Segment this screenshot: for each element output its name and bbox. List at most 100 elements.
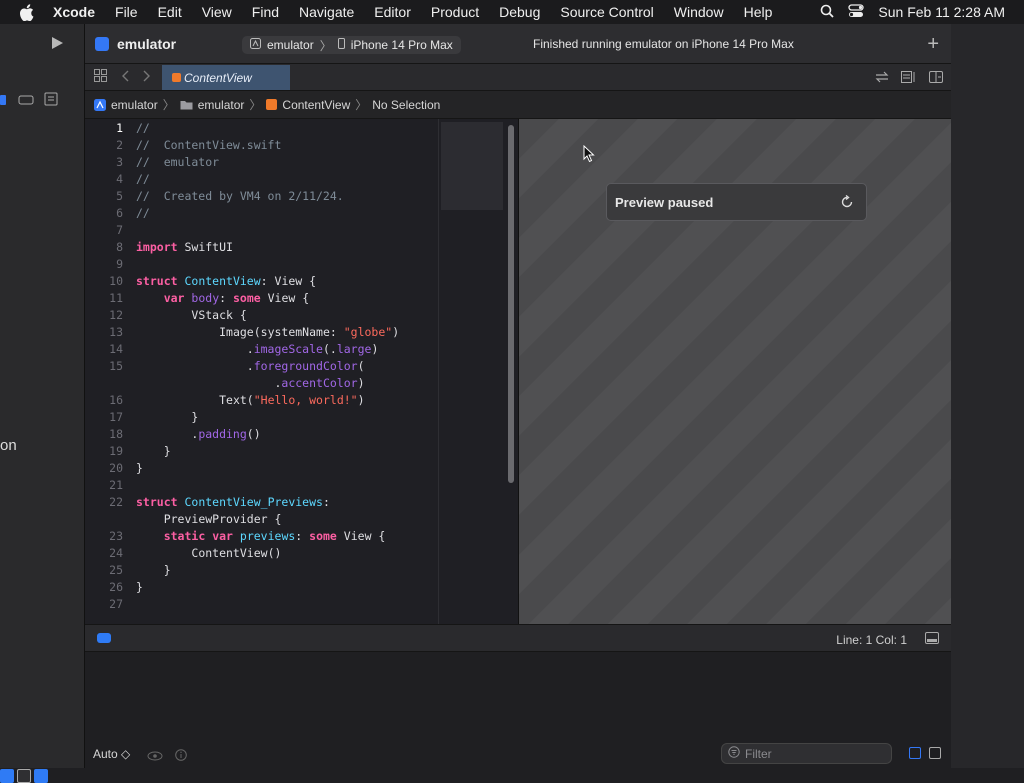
menu-window[interactable]: Window [674,4,724,20]
variables-view-selector[interactable]: Auto ◇ [93,747,130,761]
debug-area-toggle-icon[interactable] [97,633,111,643]
show-console-view-icon[interactable] [929,747,941,759]
breadcrumb-project[interactable]: emulator [94,98,158,112]
line-number: 18 [109,427,123,441]
back-chevron-icon[interactable] [121,69,129,85]
code-line[interactable]: 14 .imageScale(.large) [85,341,438,358]
code-line[interactable]: 10 struct ContentView: View { [85,273,438,290]
code-text: } [136,563,171,577]
console-area[interactable]: Auto ◇ Filter [85,652,951,768]
menu-product[interactable]: Product [431,4,479,20]
menu-debug[interactable]: Debug [499,4,540,20]
mouse-pointer-icon [583,144,595,168]
add-editor-split-icon[interactable] [929,70,943,88]
code-line[interactable]: PreviewProvider { [85,511,438,528]
menu-navigate[interactable]: Navigate [299,4,354,20]
spotlight-search-icon[interactable] [820,4,835,21]
truncated-label: on [0,437,17,454]
code-line[interactable]: 27 [85,596,438,613]
source-editor[interactable]: 1//2 // ContentView.swift 3// emulator 4//5… [85,119,438,624]
navigator-filter-tools [0,769,48,783]
code-line[interactable]: 16 Text("Hello, world!") [85,392,438,409]
minimap[interactable] [438,119,504,624]
scheme-app-icon [250,38,261,52]
code-line[interactable]: 17 } [85,409,438,426]
eye-icon[interactable] [147,748,163,766]
code-line[interactable]: 9 [85,256,438,273]
code-line[interactable]: 12 VStack { [85,307,438,324]
menu-editor[interactable]: Editor [374,4,411,20]
menu-view[interactable]: View [202,4,232,20]
line-number: 4 [116,172,123,186]
minimap-viewport[interactable] [441,122,503,210]
swap-icon[interactable] [875,70,889,88]
scheme-selector[interactable]: emulator 〉 iPhone 14 Pro Max [242,36,461,54]
filter-source-control-icon[interactable] [17,769,31,783]
code-line[interactable]: 24 ContentView() [85,545,438,562]
project-title[interactable]: emulator [95,36,176,52]
breadcrumb-folder[interactable]: emulator [180,98,244,112]
code-line[interactable]: .accentColor) [85,375,438,392]
editor-options-icon[interactable] [901,70,917,88]
breadcrumb-file[interactable]: ContentView [266,98,350,112]
code-line[interactable]: 4 // [85,171,438,188]
chevron-right-icon: 〉 [162,98,175,112]
code-line[interactable]: 7 [85,222,438,239]
run-button[interactable] [50,36,64,55]
add-library-icon[interactable]: + [927,33,939,56]
console-filter-field[interactable]: Filter [721,743,892,764]
forward-chevron-icon[interactable] [143,69,151,85]
code-line[interactable]: 20} [85,460,438,477]
menu-find[interactable]: Find [252,4,279,20]
line-number: 7 [116,223,123,237]
code-line[interactable]: 11 var body: some View { [85,290,438,307]
code-text: // ContentView.swift [136,138,282,152]
menu-edit[interactable]: Edit [158,4,182,20]
code-line[interactable]: 22 struct ContentView_Previews: [85,494,438,511]
menu-file[interactable]: File [115,4,138,20]
filter-scope-icon[interactable] [34,769,48,783]
code-line[interactable]: 25 } [85,562,438,579]
menubar-clock[interactable]: Sun Feb 11 2:28 AM [878,4,1005,20]
code-line[interactable]: 21 [85,477,438,494]
scrollbar-thumb[interactable] [508,125,514,483]
show-variables-view-icon[interactable] [909,747,921,759]
line-number: 20 [109,461,123,475]
refresh-icon[interactable] [840,194,854,212]
related-items-icon[interactable] [94,69,107,85]
code-line[interactable]: 3 // emulator [85,154,438,171]
code-line[interactable]: 23 static var previews: some View { [85,528,438,545]
code-text: PreviewProvider { [163,512,282,526]
line-number: 2 [116,138,123,152]
info-icon[interactable] [175,748,187,766]
code-line[interactable]: 18 .padding() [85,426,438,443]
apple-logo-icon[interactable] [19,3,37,21]
hide-debug-area-icon[interactable] [925,632,939,647]
jump-bar: emulator 〉 emulator 〉 ContentView 〉 No S… [85,91,951,119]
navigator-panel: on [0,24,85,783]
navigator-tab-icon[interactable] [0,93,8,111]
code-text: struct ContentView_Previews: [136,495,330,509]
code-text: } [136,410,199,424]
code-line[interactable]: 26} [85,579,438,596]
filter-recent-icon[interactable] [0,769,14,783]
code-line[interactable]: 8 import SwiftUI [85,239,438,256]
code-line[interactable]: 2 // ContentView.swift [85,137,438,154]
tab-contentview[interactable]: ContentView [162,65,290,90]
symbol-navigator-icon[interactable] [18,93,34,111]
code-line[interactable]: 13 Image(systemName: "globe") [85,324,438,341]
find-navigator-icon[interactable] [44,92,58,111]
menu-help[interactable]: Help [744,4,773,20]
line-number: 5 [116,189,123,203]
code-line[interactable]: 6 // [85,205,438,222]
breadcrumb-selection[interactable]: No Selection [372,98,440,112]
code-line[interactable]: 1 // [85,120,438,137]
control-center-icon[interactable] [848,3,865,21]
code-line[interactable]: 19 } [85,443,438,460]
code-line[interactable]: 15 .foregroundColor( [85,358,438,375]
editor-scrollbar[interactable] [504,119,518,624]
menu-app[interactable]: Xcode [53,4,95,20]
menu-source-control[interactable]: Source Control [560,4,653,20]
code-line[interactable]: 5 // Created by VM4 on 2/11/24. [85,188,438,205]
line-number: 12 [109,308,123,322]
